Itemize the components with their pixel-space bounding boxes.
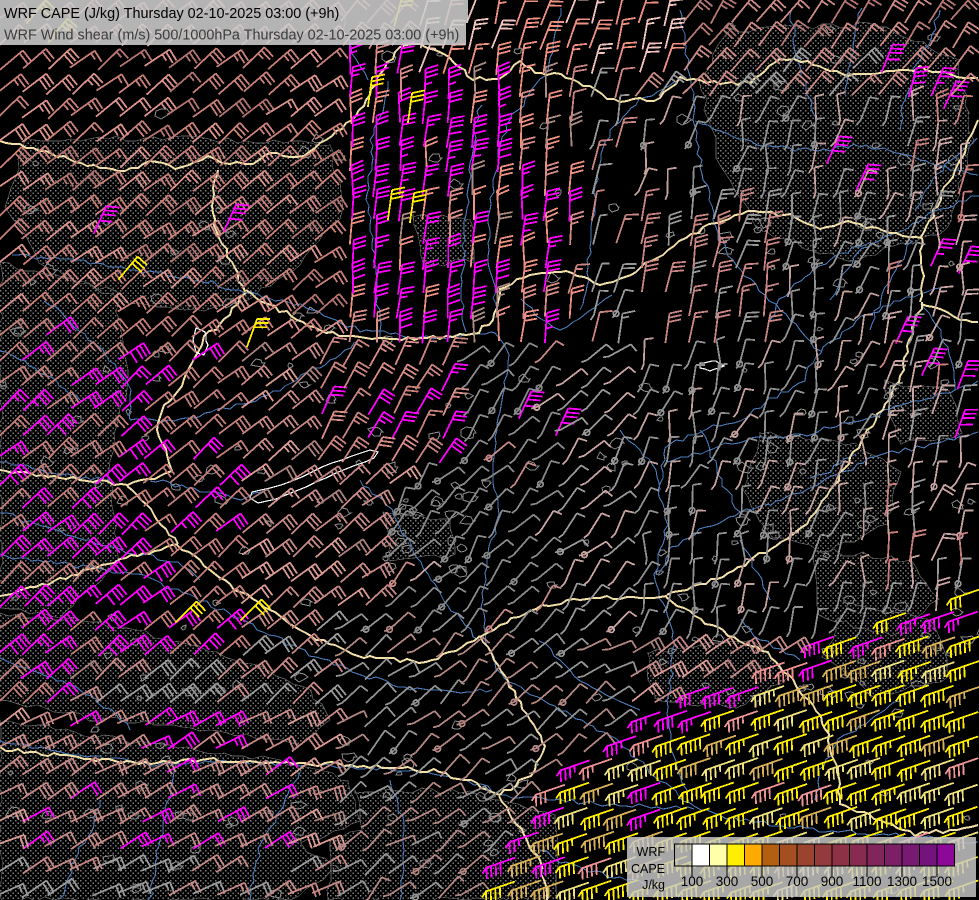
svg-text:WRF: WRF bbox=[637, 845, 666, 859]
svg-text:300: 300 bbox=[716, 874, 739, 889]
svg-text:1100: 1100 bbox=[852, 874, 881, 889]
svg-text:500: 500 bbox=[751, 874, 774, 889]
svg-text:700: 700 bbox=[786, 874, 809, 889]
svg-text:WRF Wind shear (m/s) 500/1000h: WRF Wind shear (m/s) 500/1000hPa Thursda… bbox=[4, 28, 459, 44]
svg-text:J/kg: J/kg bbox=[642, 878, 665, 892]
svg-text:1300: 1300 bbox=[887, 874, 917, 889]
svg-text:900: 900 bbox=[821, 874, 844, 889]
svg-text:1500: 1500 bbox=[922, 874, 952, 889]
svg-text:100: 100 bbox=[681, 874, 704, 889]
svg-text:WRF CAPE (J/kg) Thursday 02-10: WRF CAPE (J/kg) Thursday 02-10-2025 03:0… bbox=[4, 6, 339, 22]
svg-text:CAPE: CAPE bbox=[631, 862, 665, 876]
